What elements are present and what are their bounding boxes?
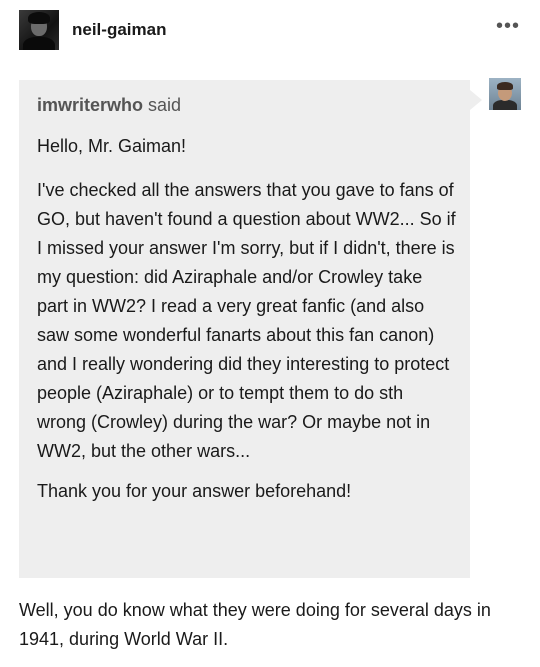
post-header: neil-gaiman ••• [0, 0, 540, 60]
author-username[interactable]: neil-gaiman [72, 20, 166, 40]
avatar-hair-shape [28, 12, 50, 24]
author-avatar[interactable] [19, 10, 59, 50]
asker-avatar-shirt-shape [493, 100, 517, 110]
answer-text: Well, you do know what they were doing f… [19, 600, 491, 649]
ask-thanks: Thank you for your answer beforehand! [37, 481, 352, 501]
asker-avatar[interactable] [489, 78, 521, 110]
ask-bubble: imwriterwho said Hello, Mr. Gaiman! I've… [19, 80, 482, 578]
ask-content: imwriterwho said Hello, Mr. Gaiman! I've… [37, 94, 457, 502]
asker-username[interactable]: imwriterwho [37, 95, 143, 115]
ask-question: I've checked all the answers that you ga… [37, 180, 456, 461]
ask-greeting: Hello, Mr. Gaiman! [37, 136, 187, 156]
asker-line: imwriterwho said [37, 94, 457, 116]
avatar-body-shape [23, 37, 55, 50]
more-horizontal-icon[interactable]: ••• [496, 16, 520, 36]
said-label: said [148, 95, 182, 115]
asker-avatar-hair-shape [497, 82, 513, 90]
